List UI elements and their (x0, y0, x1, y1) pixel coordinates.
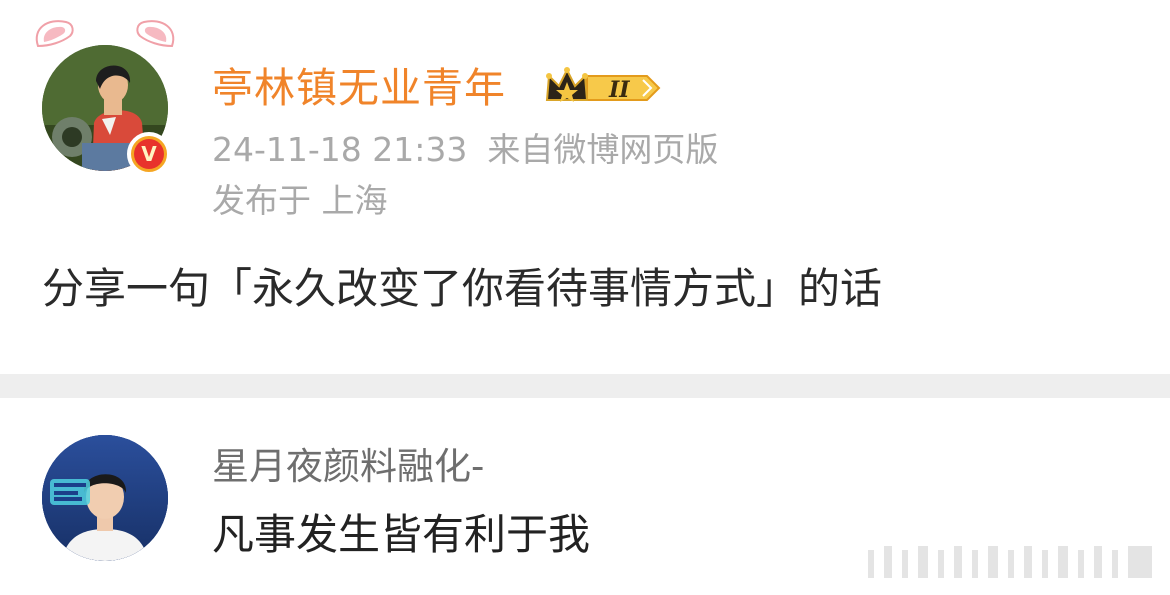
post-text: 分享一句「永久改变了你看待事情方式」的话 (42, 264, 883, 313)
crown-member-badge-icon[interactable]: II (543, 66, 661, 110)
post-username[interactable]: 亭林镇无业青年 (212, 60, 506, 116)
section-divider (0, 374, 1170, 398)
post-card: V 亭林镇无业青年 II 24-11-18 21:33 来自微博网页版 发布于 上… (0, 0, 1170, 374)
comment-avatar[interactable] (42, 435, 168, 561)
verified-badge: V (127, 132, 171, 176)
member-level-text: II (608, 77, 630, 103)
post-source: 来自微博网页版 (487, 130, 719, 169)
young-man-avatar (42, 435, 168, 561)
post-location: 发布于 上海 (212, 181, 388, 220)
verified-v-icon: V (134, 139, 164, 169)
weibo-post-page: V 亭林镇无业青年 II 24-11-18 21:33 来自微博网页版 发布于 上… (0, 0, 1170, 595)
post-meta: 24-11-18 21:33 来自微博网页版 (212, 128, 718, 172)
comment-username[interactable]: 星月夜颜料融化- (212, 442, 484, 492)
post-timestamp: 24-11-18 21:33 (212, 130, 468, 169)
watermark-stripes (868, 546, 1152, 578)
comment-text: 凡事发生皆有利于我 (212, 510, 591, 559)
